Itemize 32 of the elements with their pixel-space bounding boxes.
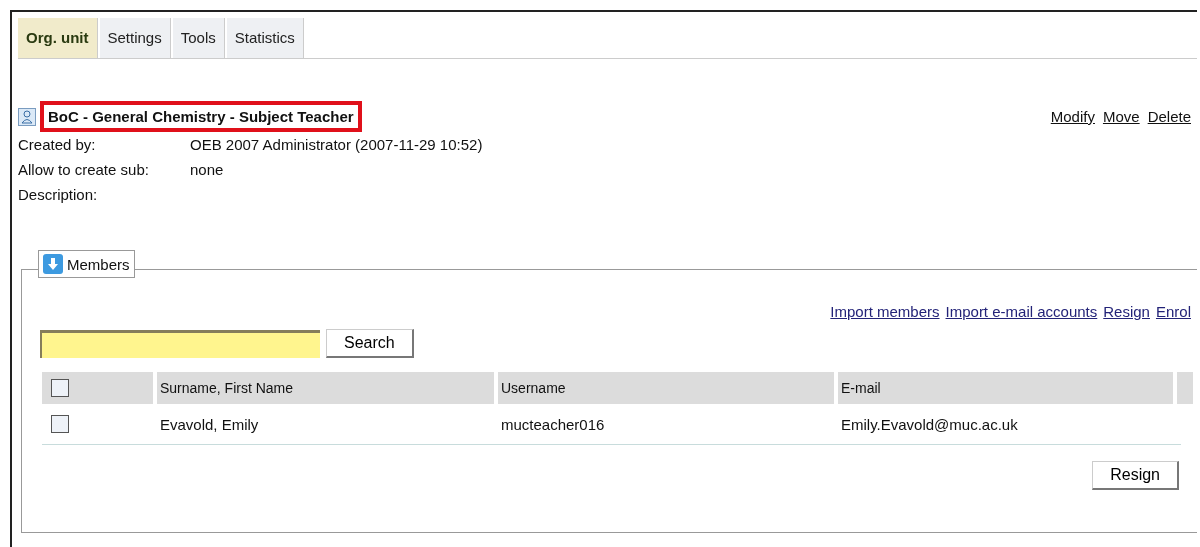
column-header: Username (498, 372, 834, 404)
tab[interactable]: Settings (99, 18, 171, 58)
field-value: none (190, 161, 224, 178)
row-checkbox[interactable] (51, 415, 69, 433)
person-icon (18, 107, 36, 126)
member-link[interactable]: Import members (830, 303, 940, 320)
member-link[interactable]: Import e-mail accounts (945, 303, 1098, 320)
legend-label: Members (67, 255, 130, 273)
field-label: Created by: (18, 136, 97, 153)
field-value: OEB 2007 Administrator (2007-11-29 10:52) (190, 136, 483, 153)
resign-button[interactable]: Resign (1092, 461, 1179, 490)
search-field[interactable] (40, 329, 320, 358)
action-link[interactable]: Modify (1050, 108, 1095, 125)
table-cell-text: Evavold, Emily (159, 414, 260, 435)
unit-title: BoC - General Chemistry - Subject Teacher (40, 101, 362, 132)
column-header: Surname, First Name (157, 372, 494, 404)
member-link[interactable]: Resign (1103, 303, 1150, 320)
search-button[interactable]: Search (326, 329, 414, 358)
member-link[interactable]: Enrol (1155, 303, 1191, 320)
action-link[interactable]: Move (1102, 108, 1140, 125)
select-all-checkbox[interactable] (51, 379, 69, 397)
field-label: Allow to create sub: (18, 161, 150, 178)
tab[interactable]: Statistics (226, 18, 304, 58)
table-cell-text: Emily.Evavold@muc.ac.uk (840, 414, 1019, 435)
header-cell (1177, 372, 1193, 404)
members-legend[interactable]: Members (38, 250, 135, 278)
table-cell-text: mucteacher016 (500, 414, 606, 435)
field-label: Description: (18, 186, 99, 203)
tab[interactable]: Org. unit (18, 18, 98, 58)
column-header: E-mail (838, 372, 1173, 404)
action-link[interactable]: Delete (1147, 108, 1191, 125)
tab[interactable]: Tools (172, 18, 225, 58)
